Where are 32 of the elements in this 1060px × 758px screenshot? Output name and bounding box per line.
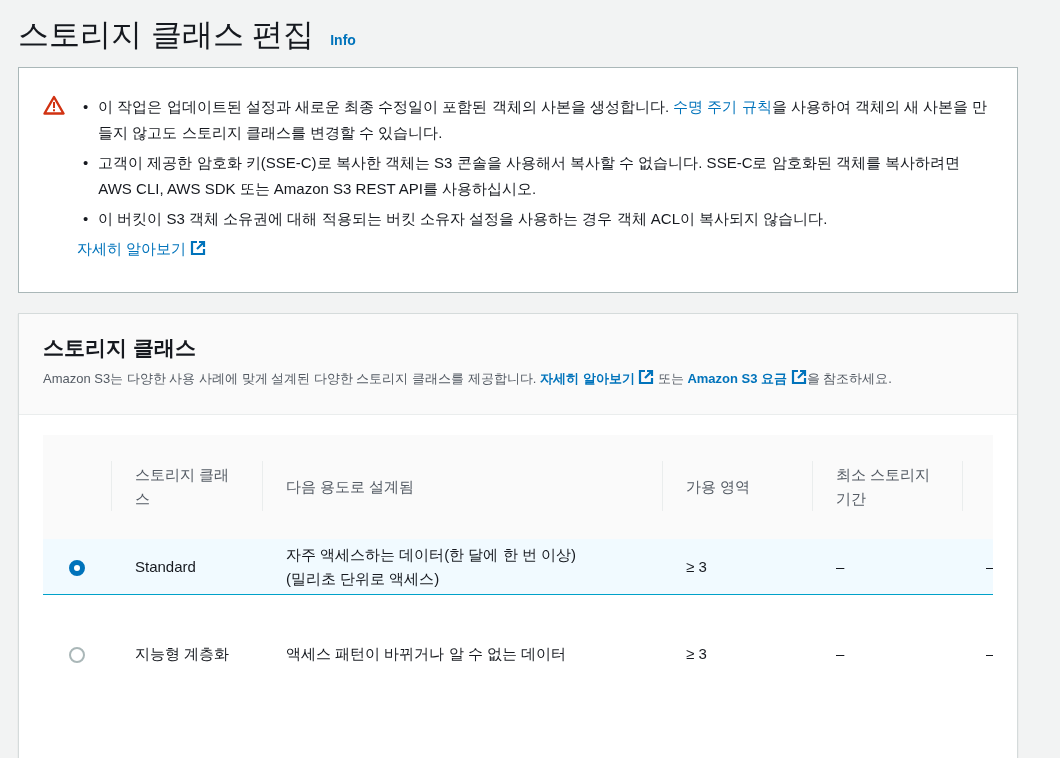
learn-more-link[interactable]: 자세히 알아보기: [77, 236, 207, 262]
column-header: 스토리지 클래스: [135, 466, 230, 507]
table-cell: –: [836, 557, 845, 575]
warning-icon: [43, 95, 65, 115]
column-header: 다음 용도로 설계됨: [286, 478, 415, 495]
table-cell: ≥ 3: [686, 645, 707, 662]
alert-message: 고객이 제공한 암호화 키(SSE-C)로 복사한 객체는 S3 콘솔을 사용해서 복사할 수 없습니다. SSE-C로 암호화된 객체를 복사하려면 AWS CLI, AWS SDK 또는 Amazon S3 REST API를 사용하십시오.: [98, 153, 961, 199]
section-description: Amazon S3는 다양한 사용 사례에 맞게 설계된 다양한 스토리지 클래스를 제공합니다. 자세히 알아보기 또는 Amazon S3 요금 을 참조하세요.: [43, 368, 893, 388]
table-cell: 자주 액세스하는 데이터(한 달에 한 번 이상) (밀리초 단위로 액세스): [286, 545, 576, 587]
external-link[interactable]: 자세히 알아보기: [539, 371, 655, 386]
alert-message: 이 작업은 업데이트된 설정과 새로운 최종 수정일이 포함된 객체의 사본을 생성합니다. 수명 주기 규칙을 사용하여 객체의 새 사본을 만들지 않고도 스토리지 클래스를 변경할 수 있습니다.: [98, 97, 989, 143]
table-cell: 액세스 패턴이 바뀌거나 알 수 없는 데이터: [286, 645, 566, 662]
table-cell: –: [836, 645, 845, 662]
alert-message: 이 버킷이 S3 객체 소유권에 대해 적용되는 버킷 소유자 설정을 사용하는 경우 객체 ACL이 복사되지 않습니다.: [98, 209, 828, 229]
external-link-icon: [790, 369, 807, 385]
section-title: 스토리지 클래스: [43, 335, 197, 361]
column-header: 가용 영역: [686, 478, 751, 495]
table-cell: 지능형 계층화: [135, 645, 230, 662]
radio-button[interactable]: [69, 647, 85, 664]
table-cell: ≥ 3: [686, 557, 707, 575]
bullet: •: [83, 97, 89, 117]
external-link-icon: [190, 240, 207, 256]
radio-button[interactable]: [69, 559, 85, 576]
bullet: •: [83, 209, 89, 229]
external-link-icon: [638, 369, 655, 385]
lifecycle-rule-link[interactable]: 수명 주기 규칙: [673, 98, 772, 115]
page-title: 스토리지 클래스 편집: [18, 16, 315, 54]
bullet: •: [83, 153, 89, 173]
external-link[interactable]: Amazon S3 요금: [687, 371, 807, 386]
column-header: 최소 스토리지 기간: [836, 466, 931, 507]
table-cell: Standard: [135, 557, 196, 575]
info-link[interactable]: Info: [330, 32, 356, 48]
